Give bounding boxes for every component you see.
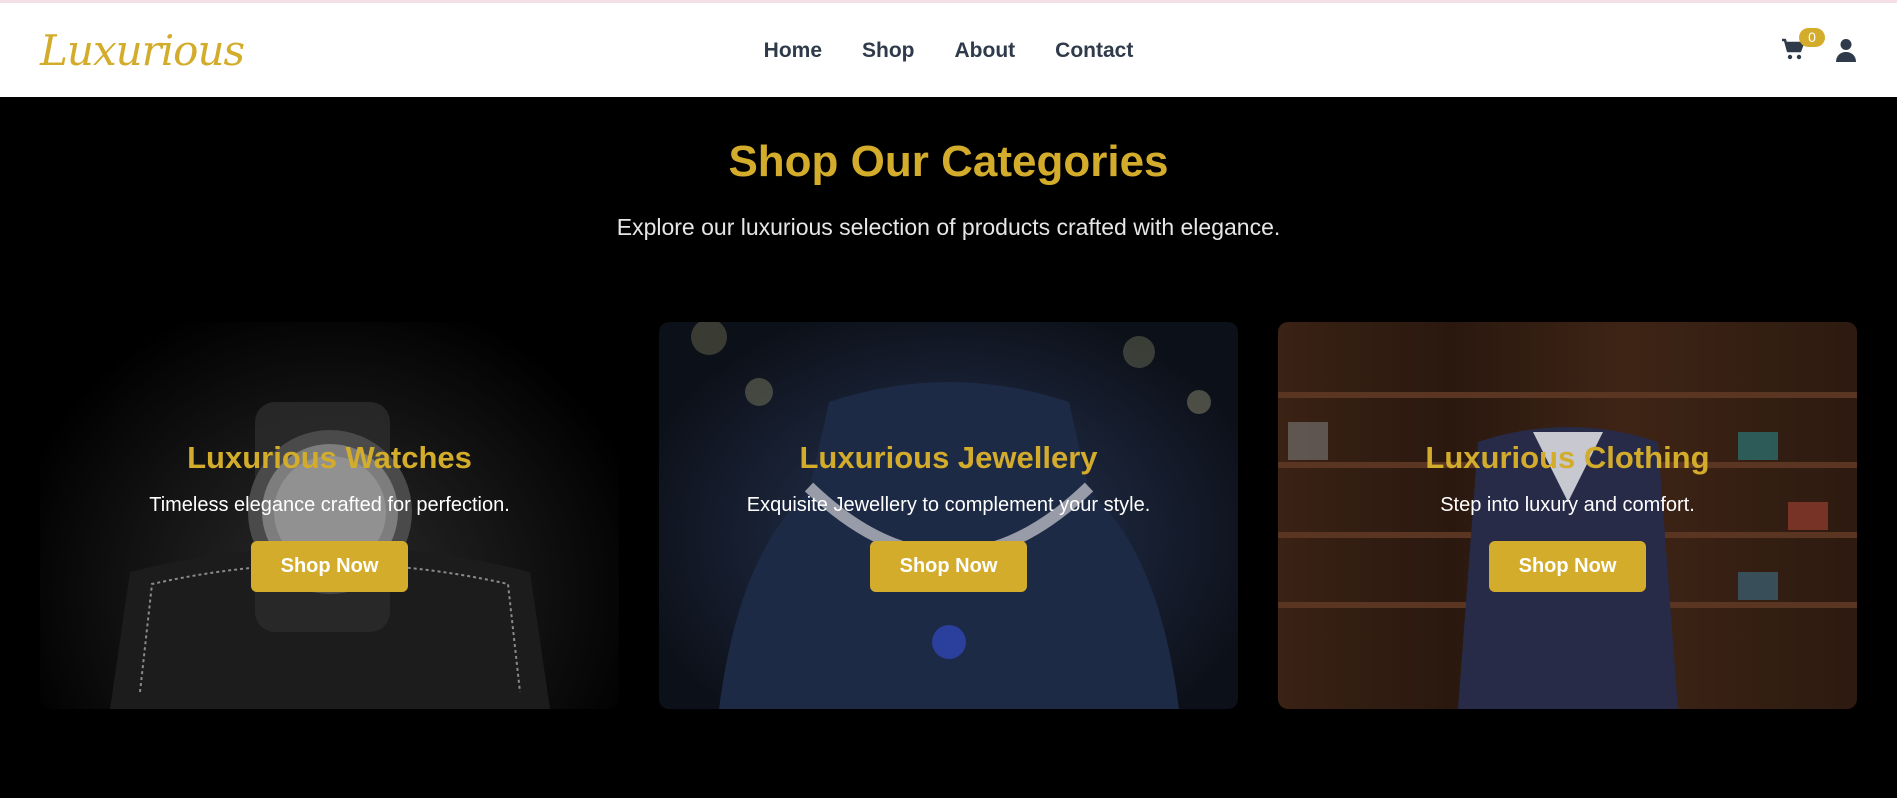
nav-link-home[interactable]: Home: [764, 39, 822, 63]
cart-count-badge: 0: [1799, 28, 1825, 47]
category-title: Luxurious Clothing: [1425, 439, 1710, 475]
nav-link-contact[interactable]: Contact: [1055, 39, 1133, 63]
nav-link-about[interactable]: About: [955, 39, 1016, 63]
section-title: Shop Our Categories: [728, 137, 1169, 186]
site-logo[interactable]: Luxurious: [40, 26, 245, 75]
account-button[interactable]: [1835, 38, 1857, 62]
cart-button[interactable]: 0: [1781, 28, 1825, 62]
user-icon: [1836, 39, 1856, 62]
category-title: Luxurious Jewellery: [799, 439, 1098, 475]
site-header: Luxurious Home Shop About Contact 0: [0, 3, 1897, 97]
category-card-watches: Luxurious Watches Timeless elegance craf…: [40, 322, 619, 709]
shop-now-button-jewellery[interactable]: Shop Now: [869, 540, 1028, 592]
category-card-jewellery: Luxurious Jewellery Exquisite Jewellery …: [659, 322, 1238, 709]
category-title: Luxurious Watches: [187, 439, 472, 475]
main-nav: Home Shop About Contact: [764, 39, 1134, 63]
shop-now-button-watches[interactable]: Shop Now: [250, 540, 409, 592]
nav-link-shop[interactable]: Shop: [862, 39, 915, 63]
category-description: Step into luxury and comfort.: [1440, 493, 1695, 516]
category-description: Timeless elegance crafted for perfection…: [149, 493, 510, 516]
header-icons: 0: [1781, 28, 1857, 62]
categories-section: Shop Our Categories Explore our luxuriou…: [0, 97, 1897, 241]
section-subtitle: Explore our luxurious selection of produ…: [616, 214, 1281, 240]
category-cards: Luxurious Watches Timeless elegance craf…: [40, 322, 1857, 709]
category-description: Exquisite Jewellery to complement your s…: [746, 493, 1151, 516]
category-card-clothing: Luxurious Clothing Step into luxury and …: [1278, 322, 1857, 709]
shop-now-button-clothing[interactable]: Shop Now: [1488, 540, 1647, 592]
